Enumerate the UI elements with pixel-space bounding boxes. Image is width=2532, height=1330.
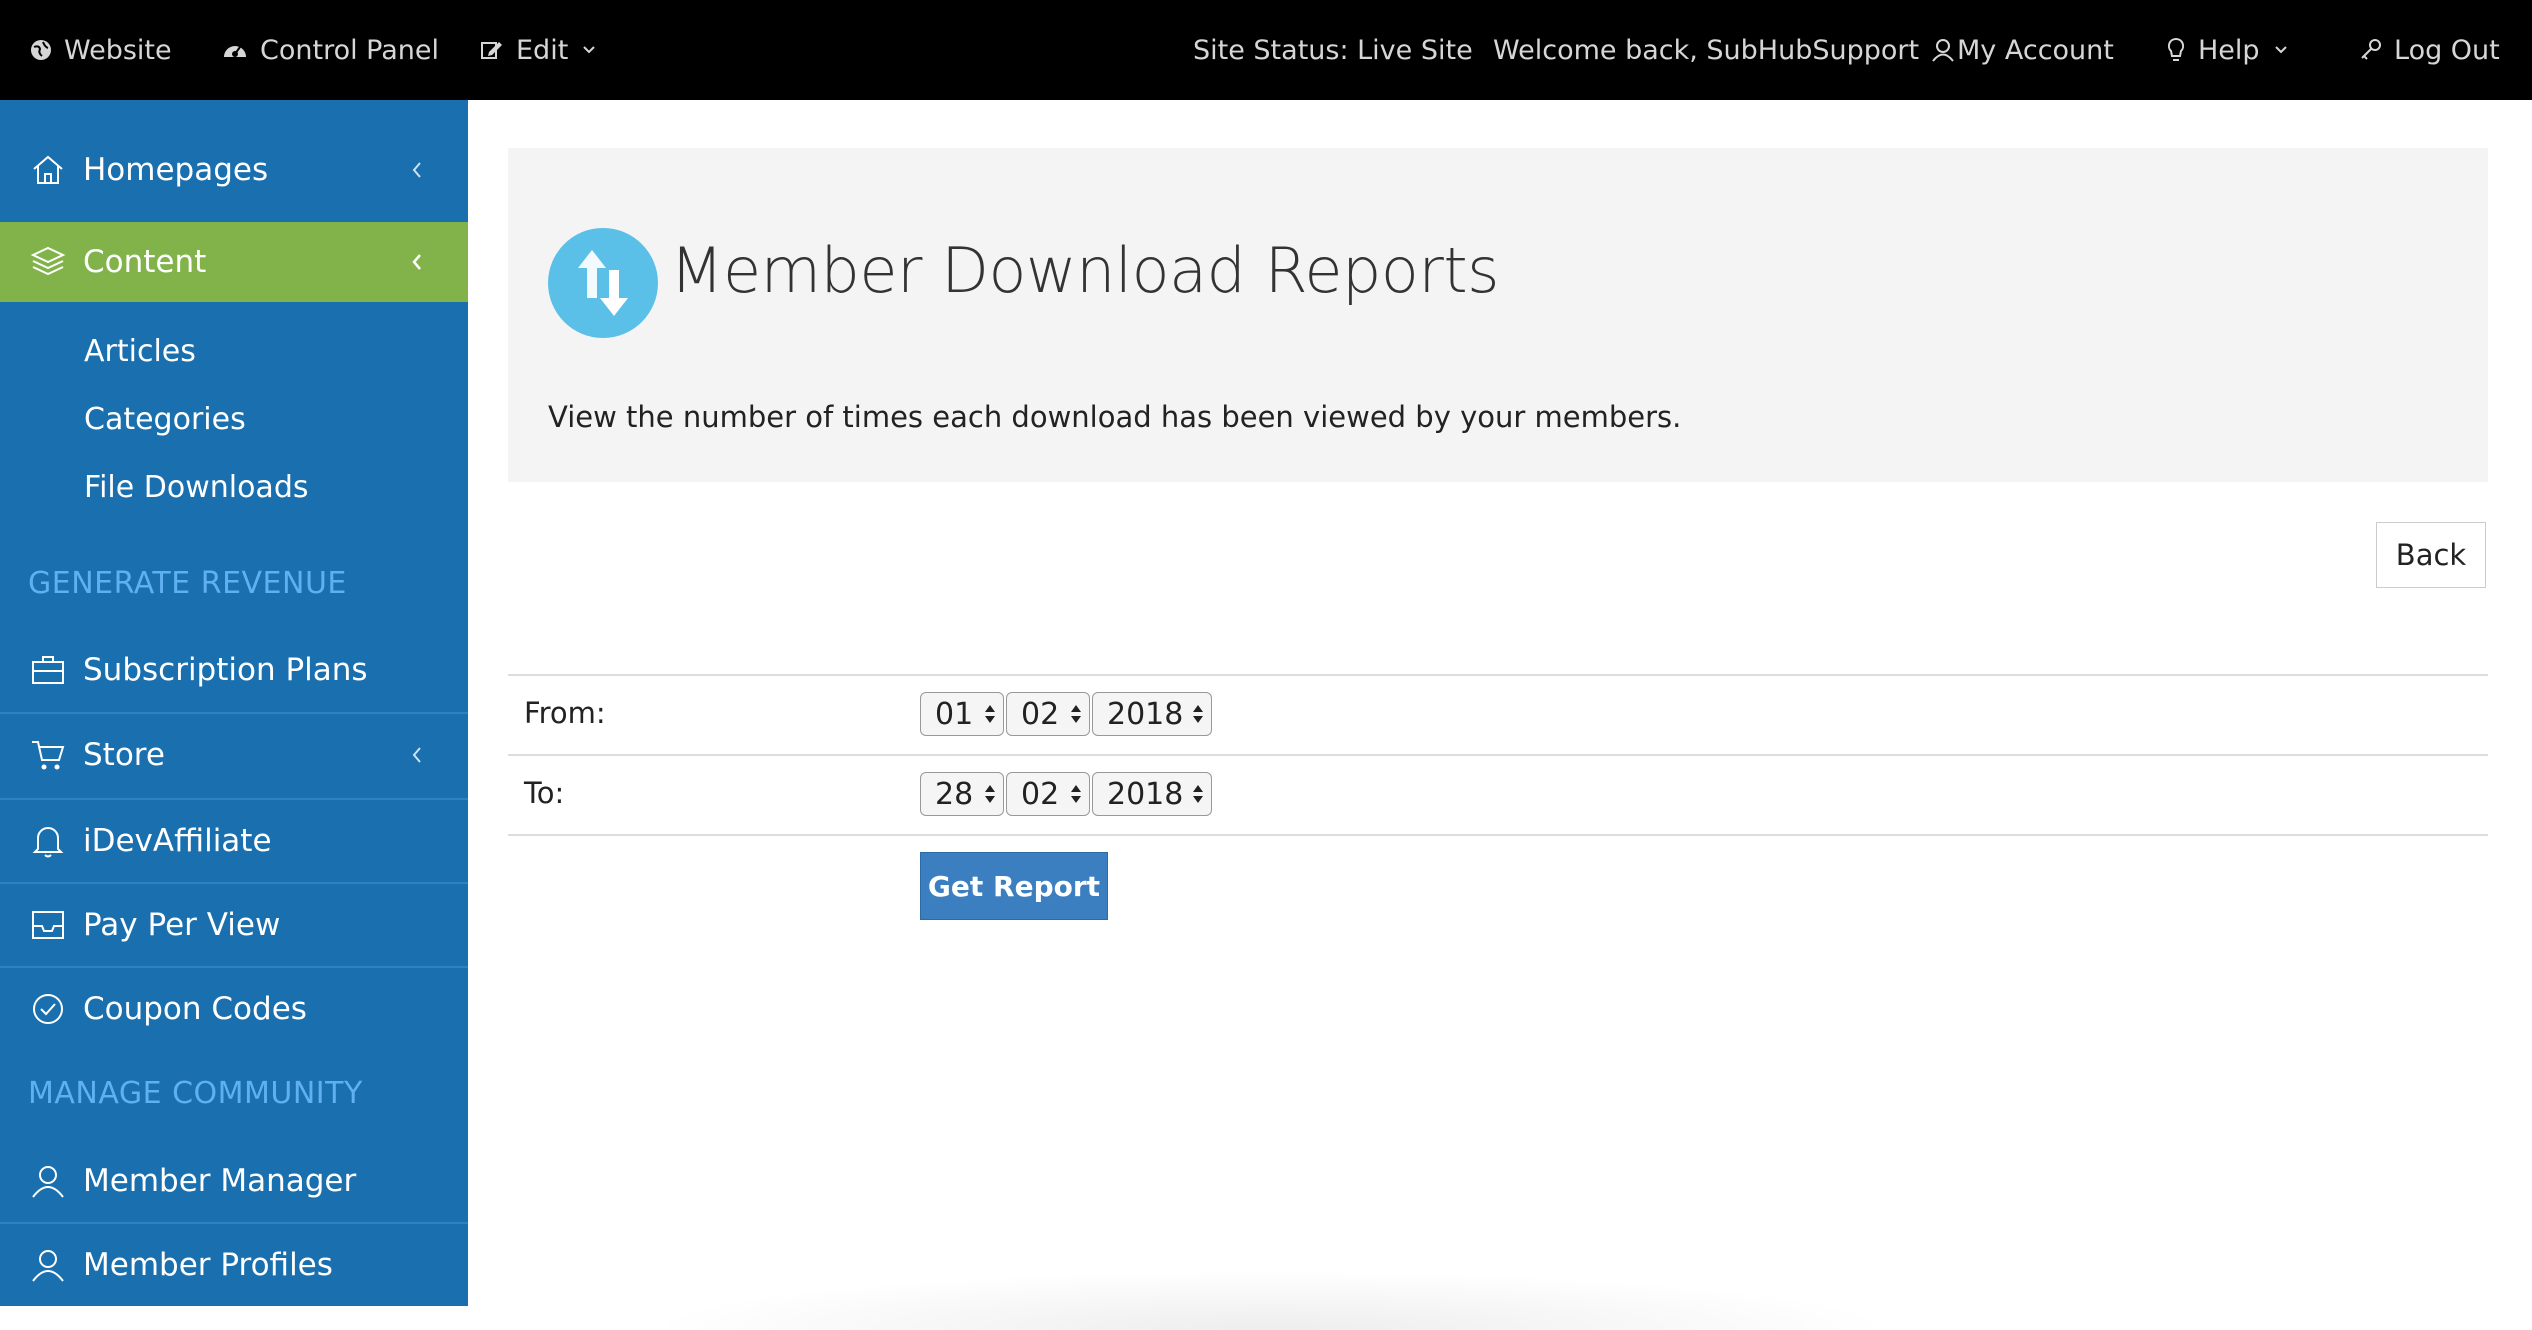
sidebar-item-subscription-plans[interactable]: Subscription Plans (0, 630, 468, 710)
welcome-text: Welcome back, SubHubSupport (1493, 34, 1920, 66)
website-label: Website (64, 34, 172, 66)
page-title: Member Download Reports (670, 234, 1499, 307)
chevron-down-icon (2274, 46, 2287, 54)
user-icon (32, 1166, 64, 1198)
edit-icon (481, 42, 502, 59)
to-year-value: 2018 (1107, 776, 1184, 812)
chevron-down-icon (583, 46, 596, 54)
sidebar-item-member-manager[interactable]: Member Manager (0, 1140, 468, 1222)
from-day-select[interactable]: 01 (920, 692, 1004, 736)
key-icon (2361, 39, 2381, 60)
section-header-generate-revenue: GENERATE REVENUE (28, 566, 347, 601)
sidebar-item-label: Subscription Plans (83, 652, 368, 688)
log-out-label: Log Out (2394, 34, 2500, 66)
website-link[interactable]: Website (30, 0, 172, 100)
from-year-select[interactable]: 2018 (1092, 692, 1212, 736)
home-icon (33, 155, 63, 184)
transfer-arrows-icon (548, 228, 658, 338)
to-month-value: 02 (1021, 776, 1060, 812)
lightbulb-icon (2167, 37, 2185, 61)
sidebar-item-pay-per-view[interactable]: Pay Per View (0, 884, 468, 966)
user-icon (32, 1250, 64, 1282)
edit-label: Edit (516, 34, 569, 66)
sidebar-item-coupon-codes[interactable]: Coupon Codes (0, 968, 468, 1050)
my-account-link[interactable]: My Account (1931, 0, 2114, 100)
welcome-message: Welcome back, SubHubSupport (1493, 0, 1919, 100)
to-day-select[interactable]: 28 (920, 772, 1004, 816)
section-header-manage-community: MANAGE COMMUNITY (28, 1076, 363, 1111)
bell-icon (32, 827, 64, 858)
sidebar-item-idevaffiliate[interactable]: iDevAffiliate (0, 800, 468, 882)
sidebar-item-label: Coupon Codes (83, 991, 307, 1027)
sidebar-subitem-categories[interactable]: Categories (84, 402, 246, 437)
spinner-arrows-icon (985, 785, 995, 803)
briefcase-icon (32, 656, 64, 684)
chevron-left-icon (412, 162, 421, 178)
spinner-arrows-icon (985, 705, 995, 723)
form-divider (508, 674, 2488, 676)
chevron-left-icon (412, 254, 421, 270)
site-status: Site Status: Live Site (1193, 0, 1473, 100)
user-icon (1932, 39, 1954, 62)
inbox-icon (32, 911, 64, 939)
from-year-value: 2018 (1107, 696, 1184, 732)
sidebar-item-label: Pay Per View (83, 907, 281, 943)
spinner-arrows-icon (1193, 705, 1203, 723)
to-day-value: 28 (935, 776, 974, 812)
dashboard-icon (224, 46, 246, 57)
sidebar-subitem-articles[interactable]: Articles (84, 334, 196, 369)
sidebar-item-homepages[interactable]: Homepages (0, 140, 468, 200)
spinner-arrows-icon (1193, 785, 1203, 803)
from-label: From: (524, 696, 606, 730)
sidebar-subitem-file-downloads[interactable]: File Downloads (84, 470, 309, 505)
form-divider (508, 754, 2488, 756)
chevron-left-icon (412, 747, 421, 763)
form-divider (508, 834, 2488, 836)
to-year-select[interactable]: 2018 (1092, 772, 1212, 816)
cart-icon (32, 741, 65, 770)
sidebar-item-label: Member Manager (83, 1163, 357, 1199)
footer-shadow (640, 1270, 1900, 1330)
sidebar-item-store[interactable]: Store (0, 714, 468, 796)
sidebar-item-label: Member Profiles (83, 1247, 333, 1283)
page-description: View the number of times each download h… (548, 400, 1682, 434)
to-label: To: (524, 776, 565, 810)
control-panel-link[interactable]: Control Panel (222, 0, 439, 100)
check-circle-icon (33, 994, 63, 1024)
sidebar-item-member-profiles[interactable]: Member Profiles (0, 1224, 468, 1306)
from-month-select[interactable]: 02 (1006, 692, 1090, 736)
globe-icon (31, 40, 51, 60)
from-month-value: 02 (1021, 696, 1060, 732)
from-day-value: 01 (935, 696, 974, 732)
edit-dropdown[interactable]: Edit (480, 0, 596, 100)
sidebar-item-label: iDevAffiliate (83, 823, 272, 859)
control-panel-label: Control Panel (260, 34, 440, 66)
sidebar: Homepages Content Articles Categories Fi… (0, 100, 468, 1306)
sidebar-item-label: Homepages (83, 152, 269, 188)
top-navbar: Website Control Panel Edit Site Status: … (0, 0, 2532, 100)
sidebar-item-label: Store (83, 737, 165, 773)
spinner-arrows-icon (1071, 785, 1081, 803)
get-report-button[interactable]: Get Report (920, 852, 1108, 920)
help-label: Help (2198, 34, 2260, 66)
log-out-link[interactable]: Log Out (2360, 0, 2500, 100)
sidebar-item-content[interactable]: Content (0, 222, 468, 302)
layers-icon (30, 246, 66, 276)
site-status-text: Site Status: Live Site (1193, 34, 1473, 66)
page-header-panel: Member Download Reports View the number … (508, 148, 2488, 482)
my-account-label: My Account (1957, 34, 2114, 66)
back-button[interactable]: Back (2376, 522, 2486, 588)
help-dropdown[interactable]: Help (2166, 0, 2288, 100)
sidebar-item-label: Content (83, 244, 207, 280)
spinner-arrows-icon (1071, 705, 1081, 723)
to-month-select[interactable]: 02 (1006, 772, 1090, 816)
